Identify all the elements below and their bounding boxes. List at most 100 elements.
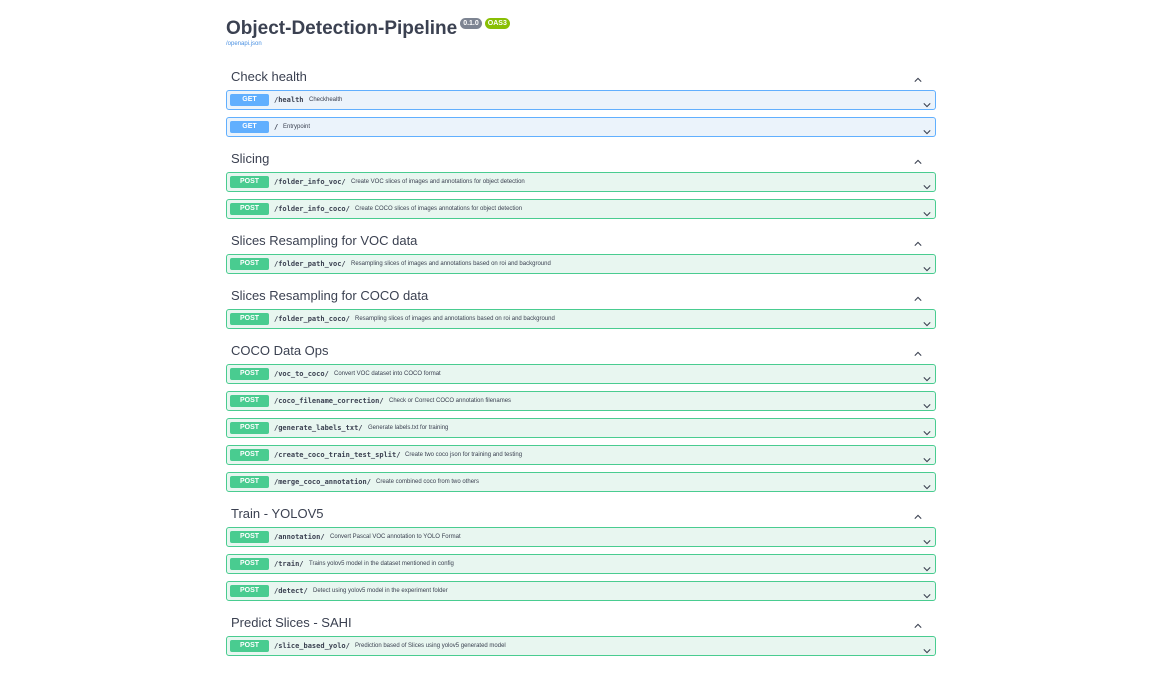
chevron-down-icon[interactable] — [923, 315, 931, 327]
page-title: Object-Detection-Pipeline — [226, 18, 458, 39]
method-badge: POST — [230, 531, 269, 543]
chevron-down-icon[interactable] — [923, 533, 931, 545]
operation-post-folder-info-voc[interactable]: POST/folder_info_voc/Create VOC slices o… — [226, 172, 936, 192]
oas-badge: OAS3 — [484, 18, 510, 29]
chevron-down-icon[interactable] — [923, 560, 931, 572]
operation-summary: Prediction based of Slices using yolov5 … — [355, 643, 506, 649]
operation-summary: Create VOC slices of images and annotati… — [351, 179, 525, 185]
method-badge: POST — [230, 258, 269, 270]
operation-summary: Resampling slices of images and annotati… — [351, 261, 551, 267]
operation-post-coco-filename-correction[interactable]: POST/coco_filename_correction/Check or C… — [226, 391, 936, 411]
operation-summary: Detect using yolov5 model in the experim… — [313, 588, 448, 594]
tag-section-train-yolov5: Train - YOLOV5 POST/annotation/Convert Pa… — [226, 499, 936, 601]
chevron-down-icon[interactable] — [923, 370, 931, 382]
tag-header-predict-slices-sahi[interactable]: Predict Slices - SAHI — [226, 608, 936, 636]
chevron-down-icon[interactable] — [923, 397, 931, 409]
tag-name: Slicing — [231, 151, 270, 166]
tag-section-check-health: Check health GET/health Checkhealth GET / Ent… — [226, 62, 936, 137]
chevron-down-icon[interactable] — [923, 587, 931, 599]
method-badge: POST — [230, 585, 269, 597]
operation-path: /merge_coco_annotation/ — [274, 478, 371, 486]
operation-post-slice-based-yolo[interactable]: POST/slice_based_yolo/Prediction based o… — [226, 636, 936, 656]
operation-get-root[interactable]: GET / Entrypoint — [226, 117, 936, 137]
operation-post-create-coco-train-test-split[interactable]: POST/create_coco_train_test_split/Create… — [226, 445, 936, 465]
operation-path: /create_coco_train_test_split/ — [274, 451, 401, 459]
chevron-down-icon[interactable] — [923, 424, 931, 436]
operation-summary: Create COCO slices of images annotations… — [355, 206, 523, 212]
title-row: Object-Detection-Pipeline 0.1.0 OAS3 — [226, 17, 510, 41]
chevron-down-icon[interactable] — [923, 178, 931, 190]
operation-post-annotation[interactable]: POST/annotation/Convert Pascal VOC annot… — [226, 527, 936, 547]
chevron-down-icon[interactable] — [923, 478, 931, 490]
chevron-down-icon[interactable] — [923, 260, 931, 272]
chevron-up-icon[interactable] — [914, 153, 922, 164]
operation-summary: Create combined coco from two others — [376, 479, 480, 485]
swagger-ui: Object-Detection-Pipeline 0.1.0 OAS3 /op… — [226, 0, 936, 663]
operation-post-voc-to-coco[interactable]: POST/voc_to_coco/Convert VOC dataset int… — [226, 364, 936, 384]
chevron-down-icon[interactable] — [923, 451, 931, 463]
operation-path: /folder_info_coco/ — [274, 205, 350, 213]
tag-section-slices-resampling-for-coco-data: Slices Resampling for COCO data POST/fold… — [226, 281, 936, 329]
tag-name: Slices Resampling for VOC data — [231, 233, 418, 248]
operation-post-train[interactable]: POST/train/Trains yolov5 model in the da… — [226, 554, 936, 574]
method-badge: POST — [230, 313, 269, 325]
operation-get-health[interactable]: GET/health Checkhealth — [226, 90, 936, 110]
operation-summary: Entrypoint — [283, 124, 311, 130]
tag-section-slices-resampling-for-voc-data: Slices Resampling for VOC data POST/folde… — [226, 226, 936, 274]
operation-post-folder-path-coco[interactable]: POST/folder_path_coco/Resampling slices … — [226, 309, 936, 329]
method-badge: POST — [230, 176, 269, 188]
chevron-down-icon[interactable] — [923, 96, 931, 108]
method-badge: POST — [230, 476, 269, 488]
chevron-up-icon[interactable] — [914, 345, 922, 356]
operation-path: /coco_filename_correction/ — [274, 397, 384, 405]
tag-name: Train - YOLOV5 — [231, 506, 324, 521]
tag-section-predict-slices-sahi: Predict Slices - SAHI POST/slice_based_yo… — [226, 608, 936, 656]
tag-name: Check health — [231, 69, 307, 84]
operation-path: /folder_path_voc/ — [274, 260, 346, 268]
operation-summary: Convert VOC dataset into COCO format — [334, 371, 441, 377]
chevron-down-icon[interactable] — [923, 205, 931, 217]
tag-name: COCO Data Ops — [231, 343, 329, 358]
method-badge: POST — [230, 422, 269, 434]
operation-post-generate-labels-txt[interactable]: POST/generate_labels_txt/Generate labels… — [226, 418, 936, 438]
operation-path: /slice_based_yolo/ — [274, 642, 350, 650]
operation-post-detect[interactable]: POST/detect/Detect using yolov5 model in… — [226, 581, 936, 601]
method-badge: GET — [230, 94, 269, 106]
method-badge: POST — [230, 449, 269, 461]
tag-header-check-health[interactable]: Check health — [226, 62, 936, 90]
operation-path: /train/ — [274, 560, 304, 568]
operation-summary: Convert Pascal VOC annotation to YOLO Fo… — [330, 534, 461, 540]
method-badge: POST — [230, 368, 269, 380]
tag-header-train-yolov5[interactable]: Train - YOLOV5 — [226, 499, 936, 527]
chevron-up-icon[interactable] — [914, 617, 922, 628]
tag-section-slicing: Slicing POST/folder_info_voc/Create VOC s… — [226, 144, 936, 219]
chevron-up-icon[interactable] — [914, 71, 922, 82]
chevron-up-icon[interactable] — [914, 508, 922, 519]
operation-post-merge-coco-annotation[interactable]: POST/merge_coco_annotation/Create combin… — [226, 472, 936, 492]
tag-section-coco-data-ops: COCO Data Ops POST/voc_to_coco/Convert VO… — [226, 336, 936, 492]
operation-path: /health — [274, 96, 304, 104]
openapi-spec-link[interactable]: /openapi.json — [226, 41, 262, 47]
chevron-down-icon[interactable] — [923, 123, 931, 135]
chevron-up-icon[interactable] — [914, 235, 922, 246]
tag-header-slices-resampling-for-coco-data[interactable]: Slices Resampling for COCO data — [226, 281, 936, 309]
method-badge: POST — [230, 640, 269, 652]
operation-post-folder-path-voc[interactable]: POST/folder_path_voc/Resampling slices o… — [226, 254, 936, 274]
operation-post-folder-info-coco[interactable]: POST/folder_info_coco/Create COCO slices… — [226, 199, 936, 219]
tag-list: Check health GET/health Checkhealth GET / Ent… — [226, 62, 936, 656]
method-badge: POST — [230, 203, 269, 215]
tag-header-slices-resampling-for-voc-data[interactable]: Slices Resampling for VOC data — [226, 226, 936, 254]
tag-header-coco-data-ops[interactable]: COCO Data Ops — [226, 336, 936, 364]
chevron-up-icon[interactable] — [914, 290, 922, 301]
operation-path: /folder_path_coco/ — [274, 315, 350, 323]
operation-path: /annotation/ — [274, 533, 325, 541]
operation-summary: Checkhealth — [309, 97, 343, 103]
api-info: Object-Detection-Pipeline 0.1.0 OAS3 /op… — [226, 0, 936, 62]
tag-name: Slices Resampling for COCO data — [231, 288, 429, 303]
tag-header-slicing[interactable]: Slicing — [226, 144, 936, 172]
operation-summary: Trains yolov5 model in the dataset menti… — [309, 561, 454, 567]
chevron-down-icon[interactable] — [923, 642, 931, 654]
operation-path: /detect/ — [274, 587, 308, 595]
method-badge: POST — [230, 395, 269, 407]
version-badge: 0.1.0 — [460, 18, 482, 29]
